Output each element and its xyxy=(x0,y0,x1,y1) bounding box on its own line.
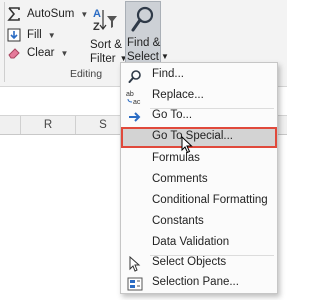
search-icon xyxy=(126,67,144,84)
arrow-right-icon xyxy=(126,108,144,125)
svg-text:ac: ac xyxy=(133,99,141,105)
menu-item-label: Replace... xyxy=(152,89,204,101)
svg-text:ab: ab xyxy=(126,91,134,98)
fill-down-icon xyxy=(6,27,22,43)
menu-item-comments[interactable]: Comments xyxy=(121,170,277,191)
menu-item-replace[interactable]: ab ac Replace... xyxy=(121,86,277,107)
sort-filter-icon: A Z xyxy=(92,6,118,37)
selection-pane-icon xyxy=(126,275,144,292)
replace-icon: ab ac xyxy=(126,88,144,105)
sort-filter-label: Sort & xyxy=(90,39,122,51)
eraser-icon xyxy=(6,45,22,61)
menu-item-select-objects[interactable]: Select Objects xyxy=(121,253,277,274)
chevron-down-icon: ▼ xyxy=(47,30,56,40)
sigma-icon xyxy=(6,6,22,22)
svg-text:Z: Z xyxy=(93,21,100,33)
column-header-blank xyxy=(0,116,21,134)
fill-button[interactable]: Fill ▼ xyxy=(6,25,56,45)
chevron-down-icon: ▼ xyxy=(60,48,69,58)
menu-item-constants[interactable]: Constants xyxy=(121,212,277,233)
autosum-button[interactable]: AutoSum ▼ xyxy=(6,4,88,24)
menu-item-label: Data Validation xyxy=(152,236,230,248)
menu-item-label: Conditional Formatting xyxy=(152,194,268,206)
group-label: Editing xyxy=(69,68,103,80)
find-select-button[interactable]: Find & Select ▼ xyxy=(125,1,169,65)
menu-item-label: Find... xyxy=(152,68,184,80)
clear-button[interactable]: Clear ▼ xyxy=(6,43,68,63)
magnifier-icon xyxy=(131,5,155,36)
fill-label: Fill xyxy=(27,29,42,41)
find-select-label: Find & xyxy=(127,37,161,49)
svg-text:A: A xyxy=(93,8,101,20)
menu-item-find[interactable]: Find... xyxy=(121,65,277,86)
menu-item-label: Comments xyxy=(152,173,208,185)
menu-item-label: Go To... xyxy=(152,109,193,121)
group-divider xyxy=(4,2,5,82)
menu-item-data-validation[interactable]: Data Validation xyxy=(121,233,277,254)
autosum-label: AutoSum xyxy=(27,8,75,20)
menu-item-formulas[interactable]: Formulas xyxy=(121,149,277,170)
find-select-menu: Find... ab ac Replace... Go To... Go To S… xyxy=(120,62,278,294)
menu-item-selection-pane[interactable]: Selection Pane... xyxy=(121,273,277,294)
menu-item-conditional-formatting[interactable]: Conditional Formatting xyxy=(121,191,277,212)
column-header-r[interactable]: R xyxy=(21,116,76,134)
sort-filter-label-2: Filter xyxy=(90,53,116,65)
menu-item-go-to[interactable]: Go To... xyxy=(121,106,277,127)
sort-filter-button[interactable]: A Z Sort & Filter ▼ xyxy=(84,4,127,65)
mouse-pointer-icon xyxy=(181,135,193,154)
menu-item-label: Constants xyxy=(152,215,204,227)
pointer-icon xyxy=(126,255,144,272)
menu-item-label: Selection Pane... xyxy=(152,276,239,288)
menu-item-label: Select Objects xyxy=(152,256,227,268)
menu-item-go-to-special[interactable]: Go To Special... xyxy=(121,127,277,148)
clear-label: Clear xyxy=(27,47,55,59)
